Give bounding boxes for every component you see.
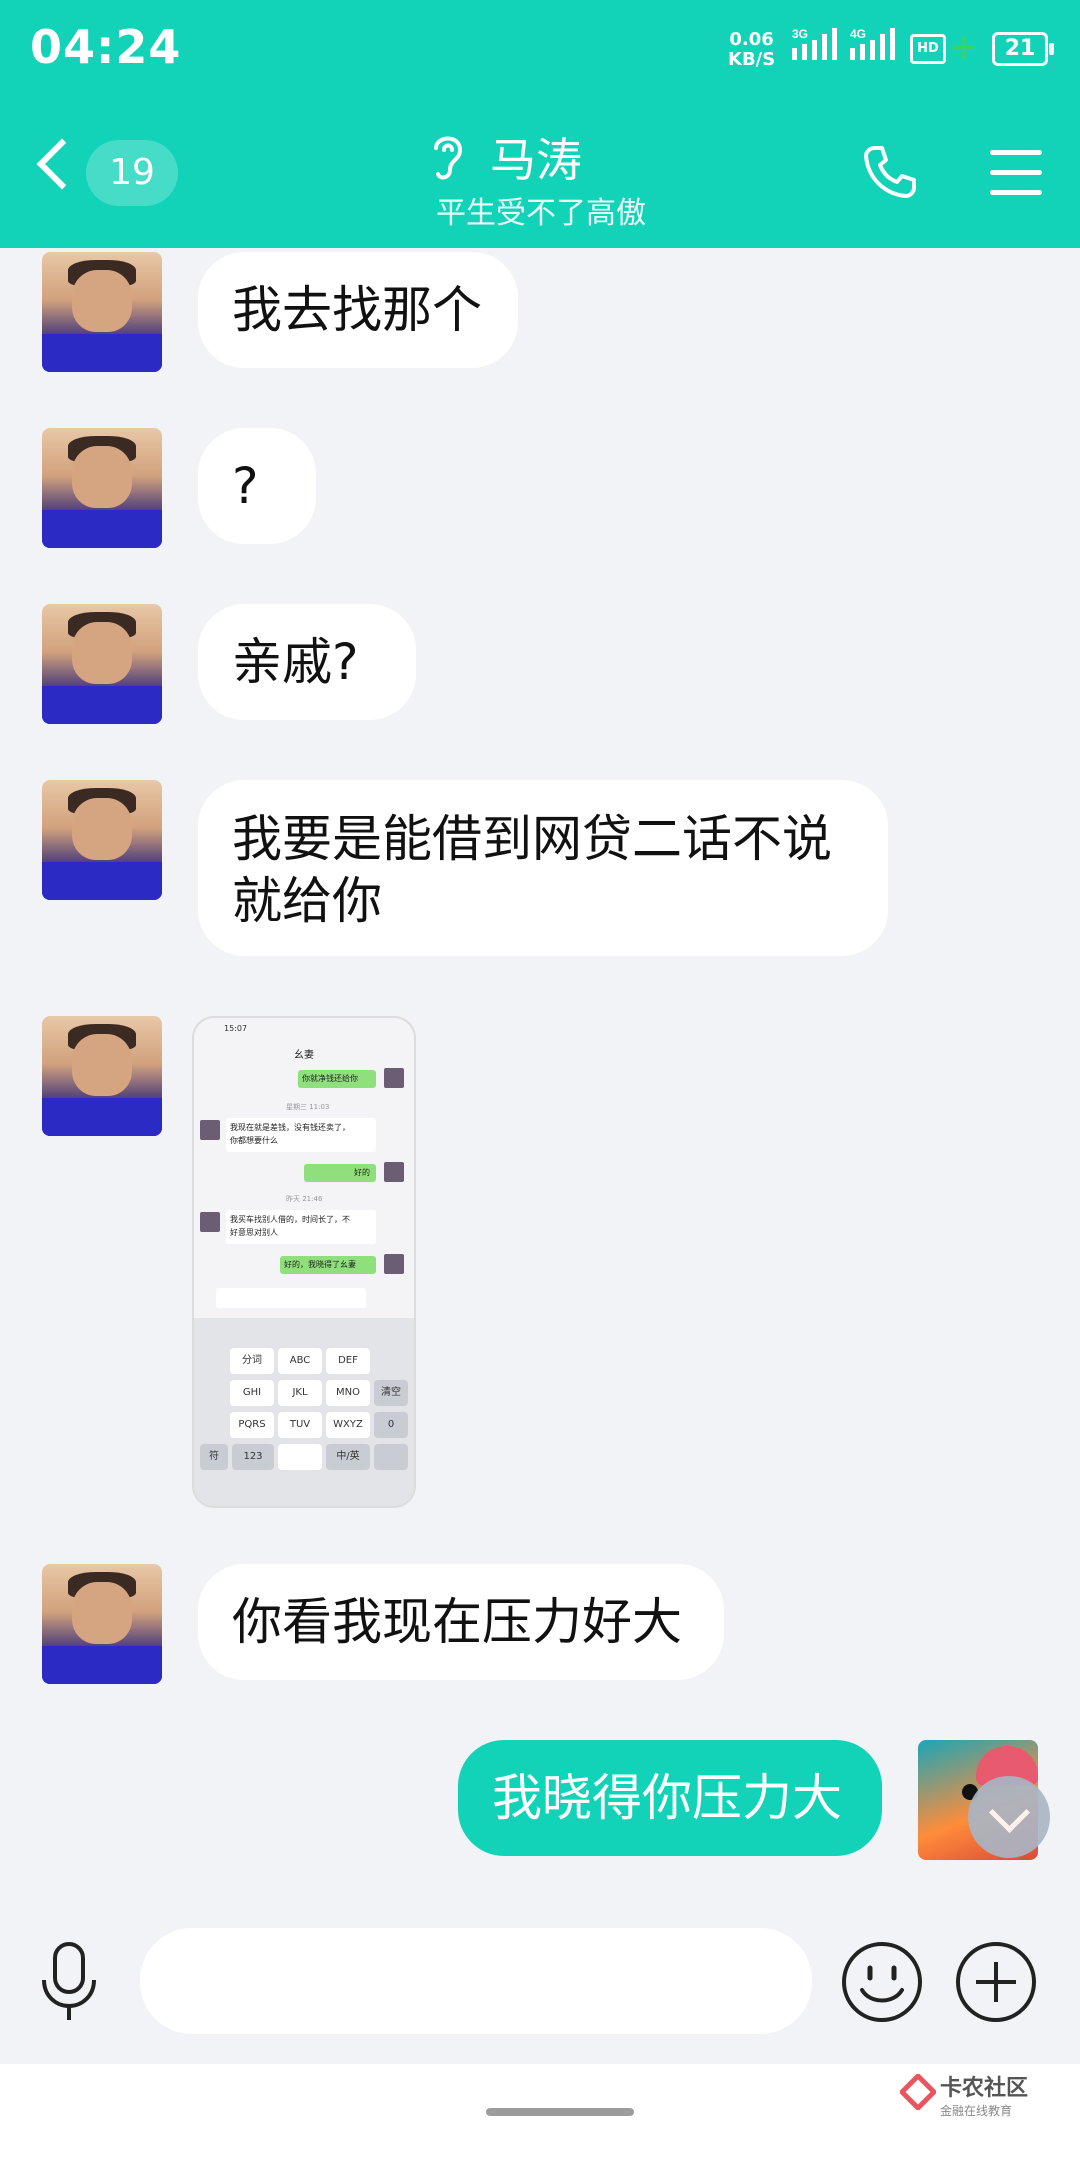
network-speed: 0.06 KB/S xyxy=(728,30,775,70)
emoji-icon[interactable] xyxy=(840,1940,924,2024)
watermark-subtitle: 金融在线教育 xyxy=(940,2104,1013,2118)
battery-icon: 21 xyxy=(992,32,1054,66)
thumb-key: PQRS xyxy=(230,1412,274,1438)
signal-3g-icon: 3G xyxy=(792,27,837,60)
watermark-title: 卡农社区 xyxy=(940,2076,1029,2101)
thumb-key: JKL xyxy=(278,1380,322,1406)
message-text-line: 就给你 xyxy=(232,872,382,930)
home-indicator[interactable] xyxy=(486,2108,634,2116)
phone-call-icon[interactable] xyxy=(860,142,920,202)
contact-name[interactable]: 马涛 xyxy=(490,124,582,190)
contact-avatar[interactable] xyxy=(42,604,162,724)
contact-signature: 平生受不了高傲 xyxy=(436,196,646,231)
message-bubble[interactable]: 亲戚? xyxy=(198,604,416,720)
thumb-key: DEF xyxy=(326,1348,370,1374)
status-time: 04:24 xyxy=(30,20,182,74)
contact-avatar[interactable] xyxy=(42,1016,162,1136)
thumb-key: ABC xyxy=(278,1348,322,1374)
network-speed-unit: KB/S xyxy=(728,49,776,70)
thumb-key: MNO xyxy=(326,1380,370,1406)
menu-icon[interactable] xyxy=(990,150,1042,210)
thumb-key: 符 xyxy=(200,1444,228,1470)
contact-avatar[interactable] xyxy=(42,252,162,372)
unread-count-badge[interactable]: 19 xyxy=(86,140,178,206)
thumb-msg-line: 你都想要什么 xyxy=(230,1136,278,1145)
thumb-key: 中/英 xyxy=(326,1444,370,1470)
thumb-time: 15:07 xyxy=(224,1024,248,1033)
thumb-msg: 你就净钱还给你 xyxy=(302,1074,358,1083)
thumb-key: 分词 xyxy=(230,1348,274,1374)
thumb-key: WXYZ xyxy=(326,1412,370,1438)
svg-text:3G: 3G xyxy=(792,27,808,41)
watermark-logo-icon xyxy=(900,2074,936,2110)
thumb-msg: 我现在就是差钱，没有钱还卖了， 你都想要什么 xyxy=(230,1121,350,1147)
hd-icon: HD xyxy=(910,34,946,64)
contact-avatar[interactable] xyxy=(42,780,162,900)
thumb-key: 123 xyxy=(232,1444,274,1470)
shared-screenshot-image[interactable]: 15:07 幺妻 你就净钱还给你 星期三 11:03 我现在就是差钱，没有钱还卖… xyxy=(192,1016,416,1508)
thumb-msg-line: 好意思对别人 xyxy=(230,1228,278,1237)
signal-4g-icon: 4G xyxy=(850,27,895,60)
message-text-line: 我要是能借到网贷二话不说 xyxy=(232,810,832,868)
contact-avatar[interactable] xyxy=(42,1564,162,1684)
thumb-timestamp: 星期三 11:03 xyxy=(286,1103,330,1111)
thumb-msg: 好的 xyxy=(354,1168,370,1177)
thumb-msg: 我买车找别人借的，时间长了，不 好意思对别人 xyxy=(230,1213,350,1239)
thumb-key: TUV xyxy=(278,1412,322,1438)
thumb-title: 幺妻 xyxy=(294,1050,314,1061)
thumb-key: 清空 xyxy=(374,1380,408,1406)
thumb-timestamp: 昨天 21:46 xyxy=(286,1195,323,1203)
sent-message-bubble[interactable]: 我晓得你压力大 xyxy=(458,1740,882,1856)
thumb-msg: 好的，我晓得了幺妻 xyxy=(284,1260,356,1269)
thumb-msg-line: 我现在就是差钱，没有钱还卖了， xyxy=(230,1123,350,1132)
message-bubble[interactable]: 我去找那个 xyxy=(198,252,518,368)
message-bubble[interactable]: 你看我现在压力好大 xyxy=(198,1564,724,1680)
thumb-key: GHI xyxy=(230,1380,274,1406)
message-bubble[interactable]: 我要是能借到网贷二话不说 就给你 xyxy=(198,780,888,956)
microphone-icon[interactable] xyxy=(38,1940,100,2024)
svg-text:4G: 4G xyxy=(850,27,866,41)
message-input[interactable] xyxy=(140,1928,812,2034)
thumb-key: 0 xyxy=(374,1412,408,1438)
thumb-msg-line: 我买车找别人借的，时间长了，不 xyxy=(230,1215,350,1224)
message-bubble[interactable]: ? xyxy=(198,428,316,544)
contact-avatar[interactable] xyxy=(42,428,162,548)
plus-icon[interactable] xyxy=(954,1940,1038,2024)
ear-icon[interactable] xyxy=(428,130,468,182)
scroll-to-bottom-button[interactable] xyxy=(968,1776,1050,1858)
network-speed-value: 0.06 xyxy=(729,29,774,50)
charging-icon: + xyxy=(948,27,979,68)
